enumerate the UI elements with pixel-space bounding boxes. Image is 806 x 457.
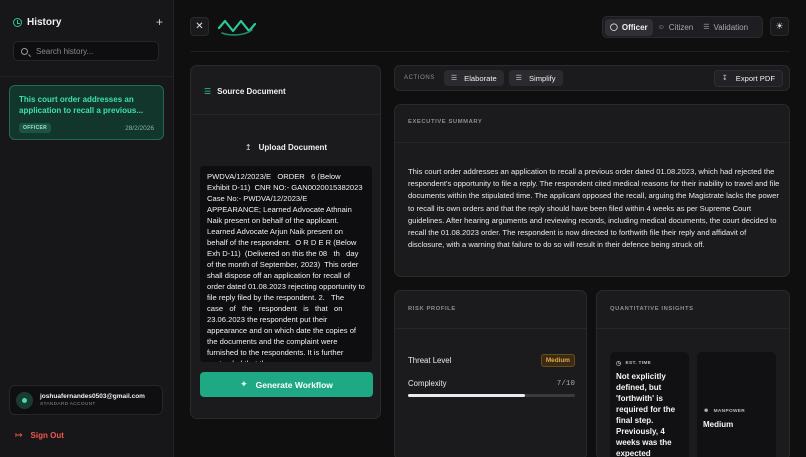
export-pdf-button[interactable]: ↧ Export PDF bbox=[713, 69, 783, 87]
clock-icon: ◷ bbox=[616, 361, 622, 367]
user-email: joshuafernandes0503@gmail.com bbox=[40, 393, 145, 400]
source-panel-header: ☰ Source Document bbox=[204, 87, 286, 96]
history-icon bbox=[13, 17, 22, 27]
risk-profile-panel: RISK PROFILE Threat Level Medium Complex… bbox=[394, 290, 587, 457]
est-time-label: EST. TIME bbox=[625, 361, 652, 366]
history-item-text: This court order addresses an applicatio… bbox=[19, 95, 144, 115]
avatar bbox=[16, 391, 33, 409]
header-divider bbox=[190, 51, 790, 52]
new-chat-button[interactable]: + bbox=[156, 15, 163, 29]
est-time-value: Not explicitly defined, but 'forthwith' … bbox=[616, 372, 676, 457]
upload-document-button[interactable]: ↥ Upload Document bbox=[200, 138, 372, 156]
download-icon: ↧ bbox=[721, 75, 728, 82]
generate-workflow-button[interactable]: ✦ Generate Workflow bbox=[200, 372, 373, 397]
sidebar-header: History + bbox=[13, 14, 163, 30]
risk-divider bbox=[395, 328, 586, 329]
complexity-bar-fill bbox=[408, 394, 525, 397]
export-label: Export PDF bbox=[735, 73, 775, 83]
sign-out-label: Sign Out bbox=[30, 431, 64, 440]
summary-divider bbox=[395, 142, 789, 143]
actions-toolbar: ACTIONS ☰ Elaborate ☰ Simplify ↧ Export … bbox=[394, 65, 790, 91]
history-item[interactable]: This court order addresses an applicatio… bbox=[9, 85, 164, 140]
history-search[interactable] bbox=[13, 41, 159, 61]
executive-summary-panel: EXECUTIVE SUMMARY This court order addre… bbox=[394, 104, 790, 277]
source-panel-divider bbox=[191, 114, 380, 115]
search-input[interactable] bbox=[36, 46, 146, 56]
est-time-card: ◷ EST. TIME Not explicitly defined, but … bbox=[610, 352, 689, 457]
user-icon: ☺ bbox=[657, 23, 665, 31]
sparkle-icon: ✦ bbox=[240, 379, 248, 389]
complexity-label: Complexity bbox=[408, 379, 447, 388]
user-info: joshuafernandes0503@gmail.com STANDARD A… bbox=[40, 393, 145, 407]
sign-out-icon: ↦ bbox=[15, 430, 23, 440]
close-button[interactable]: ✕ bbox=[190, 17, 209, 36]
search-icon bbox=[21, 47, 28, 55]
threat-level-badge: Medium bbox=[540, 354, 575, 367]
upload-icon: ↥ bbox=[244, 142, 252, 152]
elaborate-label: Elaborate bbox=[464, 73, 497, 83]
role-tab-officer[interactable]: ◯ Officer bbox=[605, 18, 653, 36]
history-item-badge: OFFICER bbox=[19, 123, 52, 133]
sign-out-button[interactable]: ↦ Sign Out bbox=[15, 430, 64, 441]
account-type: STANDARD ACCOUNT bbox=[40, 402, 96, 407]
manpower-value: Medium bbox=[703, 420, 734, 429]
close-icon: ✕ bbox=[195, 21, 204, 32]
threat-level-label: Threat Level bbox=[408, 356, 452, 365]
list-check-icon: ☰ bbox=[703, 24, 710, 31]
history-sidebar: History + This court order addresses an … bbox=[0, 0, 174, 457]
manpower-card: ☻ MANPOWER Medium bbox=[697, 352, 776, 457]
history-item-meta: OFFICER 28/2/2026 bbox=[19, 123, 154, 133]
shield-icon: ◯ bbox=[610, 24, 618, 31]
user-icon bbox=[22, 397, 27, 403]
quantitative-insights-panel: QUANTITATIVE INSIGHTS ◷ EST. TIME Not ex… bbox=[596, 290, 790, 457]
generate-label: Generate Workflow bbox=[255, 379, 333, 390]
threat-level-row: Threat Level Medium bbox=[408, 354, 575, 367]
app-logo bbox=[217, 19, 257, 36]
users-icon: ☻ bbox=[703, 408, 710, 414]
elaborate-button[interactable]: ☰ Elaborate bbox=[443, 70, 504, 86]
est-time-label-row: ◷ EST. TIME bbox=[616, 360, 651, 367]
source-document-panel: ☰ Source Document ↥ Upload Document PWDV… bbox=[190, 65, 381, 419]
document-lines-icon: ☰ bbox=[204, 87, 212, 96]
role-tab-validation[interactable]: ☰ Validation bbox=[698, 19, 753, 36]
actions-label: ACTIONS bbox=[404, 75, 435, 81]
quant-label: QUANTITATIVE INSIGHTS bbox=[610, 306, 694, 312]
history-item-date: 28/2/2026 bbox=[125, 124, 154, 132]
risk-label: RISK PROFILE bbox=[408, 306, 456, 312]
role-switcher: ◯ Officer ☺ Citizen ☰ Validation bbox=[602, 16, 763, 38]
summary-label: EXECUTIVE SUMMARY bbox=[408, 119, 483, 125]
document-text-area[interactable]: PWDVA/12/2023/E ORDER 6 (Below Exhibit D… bbox=[200, 166, 372, 362]
role-label: Citizen bbox=[668, 22, 694, 32]
simplify-lines-icon: ☰ bbox=[515, 75, 522, 82]
role-label: Validation bbox=[713, 22, 749, 32]
role-tab-citizen[interactable]: ☺ Citizen bbox=[653, 19, 699, 36]
complexity-row: Complexity 7/10 bbox=[408, 379, 575, 388]
user-account[interactable]: joshuafernandes0503@gmail.com STANDARD A… bbox=[9, 385, 163, 415]
complexity-bar bbox=[408, 394, 575, 397]
sun-icon: ☀ bbox=[775, 21, 784, 31]
quant-divider bbox=[597, 328, 789, 329]
expand-lines-icon: ☰ bbox=[450, 75, 458, 82]
source-panel-title: Source Document bbox=[217, 87, 286, 96]
manpower-label-row: ☻ MANPOWER bbox=[703, 408, 745, 414]
simplify-button[interactable]: ☰ Simplify bbox=[508, 70, 563, 86]
manpower-label: MANPOWER bbox=[713, 408, 746, 414]
sidebar-title: History bbox=[27, 16, 62, 28]
theme-toggle-button[interactable]: ☀ bbox=[770, 17, 789, 36]
role-label: Officer bbox=[621, 22, 648, 32]
complexity-value: 7/10 bbox=[556, 379, 575, 388]
summary-text: This court order addresses an applicatio… bbox=[408, 167, 780, 250]
upload-label: Upload Document bbox=[258, 142, 328, 152]
sidebar-divider bbox=[0, 76, 174, 77]
simplify-label: Simplify bbox=[528, 73, 556, 83]
